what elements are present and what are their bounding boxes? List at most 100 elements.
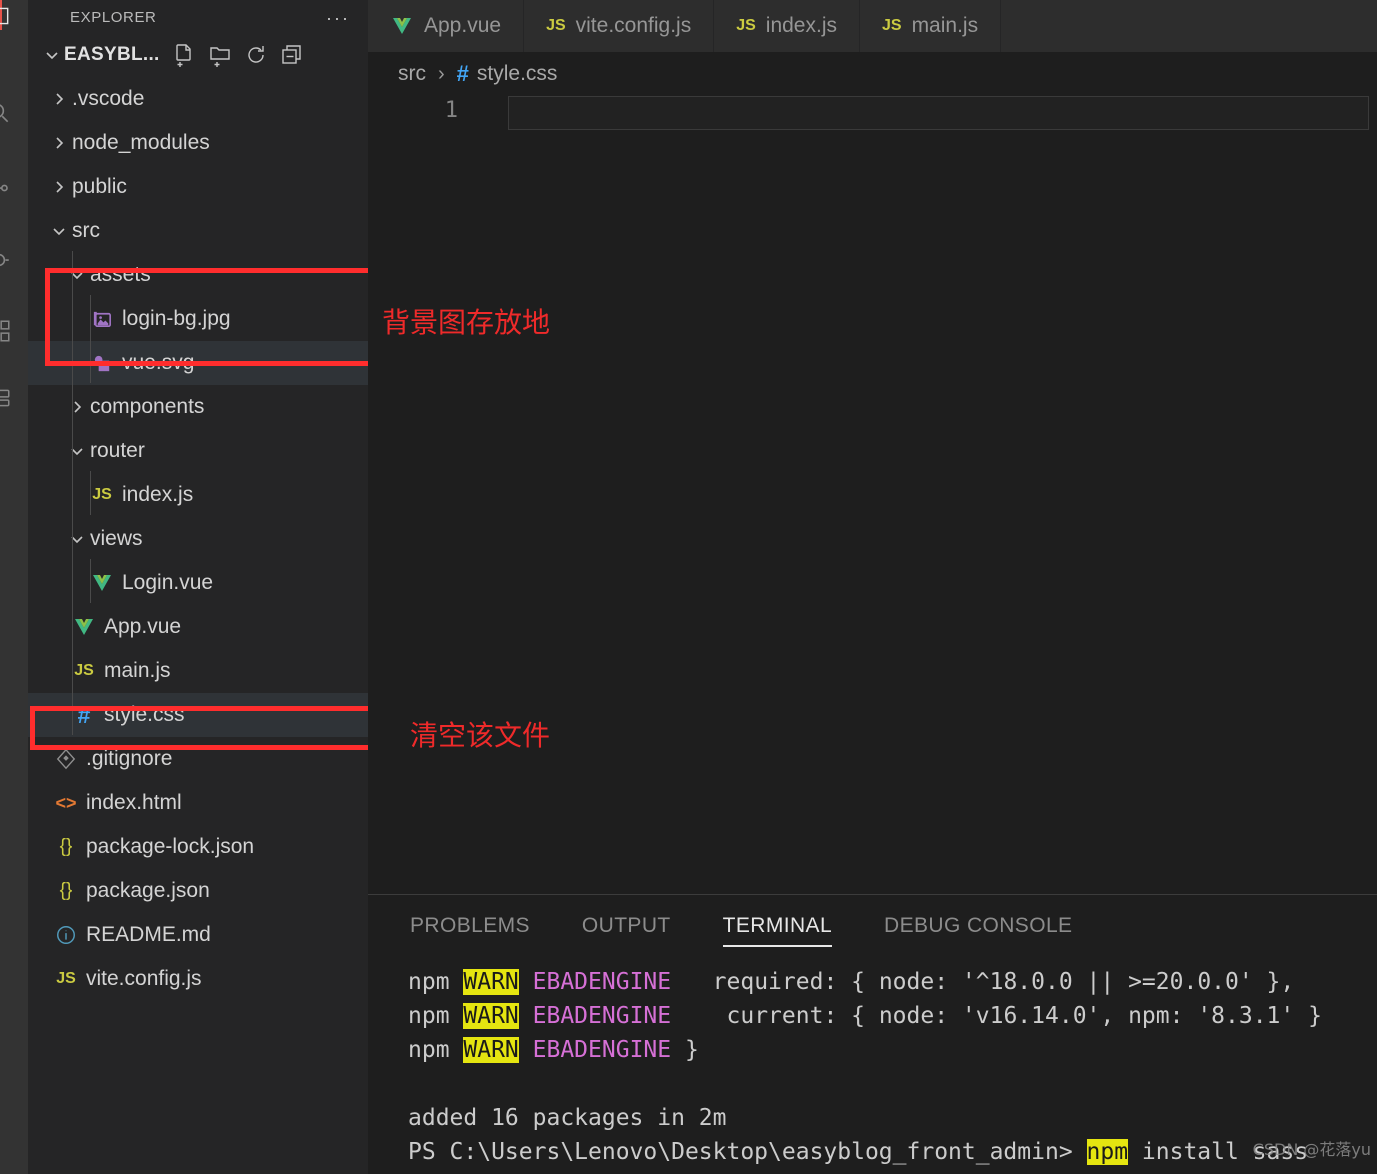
editor-line-selection [508, 96, 1369, 130]
tree-item-label: node_modules [72, 131, 210, 154]
tree-item-label: main.js [104, 659, 171, 682]
tree-item-label: package-lock.json [86, 835, 255, 858]
editor-tab-index-js[interactable]: JS index.js [714, 0, 860, 52]
tree-file-package-lock-json[interactable]: {} package-lock.json [28, 825, 368, 869]
terminal-segment: PS C:\Users\Lenovo\Desktop\easyblog_fron… [408, 1139, 1087, 1165]
tree-file-style-css[interactable]: # style.css [28, 693, 368, 737]
json-file-icon: {} [59, 880, 73, 901]
chevron-down-icon[interactable] [46, 209, 72, 253]
css-file-icon: # [456, 61, 469, 86]
terminal-output[interactable]: npm WARN EBADENGINE required: { node: '^… [368, 957, 1377, 1174]
panel-tab-problems[interactable]: PROBLEMS [410, 895, 530, 957]
search-icon[interactable] [0, 100, 12, 126]
tree-folder-node-modules[interactable]: node_modules [28, 121, 368, 165]
editor-content[interactable]: 1 背景图存放地 清空该文件 [368, 96, 1377, 894]
editor-tab-label: vite.config.js [575, 14, 692, 37]
bottom-panel: PROBLEMS OUTPUT TERMINAL DEBUG CONSOLE npm … [368, 894, 1377, 1174]
js-file-icon: JS [736, 17, 756, 34]
chevron-right-icon[interactable] [64, 385, 90, 429]
breadcrumb-folder[interactable]: src [398, 62, 426, 86]
tree-file-readme-md[interactable]: README.md [28, 913, 368, 957]
terminal-line: npm WARN EBADENGINE required: { node: '^… [408, 965, 1377, 999]
editor-tab-vite-config-js[interactable]: JS vite.config.js [524, 0, 715, 52]
svg-file-icon [88, 341, 116, 385]
tree-file-vite-config-js[interactable]: JS vite.config.js [28, 957, 368, 1001]
tree-file-vue-svg[interactable]: vue.svg [28, 341, 368, 385]
chevron-right-icon[interactable] [46, 77, 72, 121]
terminal-segment: npm [408, 969, 464, 995]
root-folder-row[interactable]: EASYBL... [28, 35, 368, 75]
terminal-segment: npm [408, 1003, 464, 1029]
chevron-down-icon[interactable] [64, 253, 90, 297]
tree-item-label: login-bg.jpg [122, 307, 231, 330]
tree-item-label: index.html [86, 791, 182, 814]
root-folder-name: EASYBL... [64, 44, 160, 65]
annotation-note-assets: 背景图存放地 [382, 306, 551, 339]
tree-file-index-html[interactable]: <> index.html [28, 781, 368, 825]
terminal-segment: WARN [463, 1037, 519, 1063]
tree-folder-vscode[interactable]: .vscode [28, 77, 368, 121]
tree-folder-router[interactable]: router [28, 429, 368, 473]
tree-folder-views[interactable]: views [28, 517, 368, 561]
terminal-line: npm WARN EBADENGINE } [408, 1033, 1377, 1067]
tree-file-login-bg-jpg[interactable]: login-bg.jpg [28, 297, 368, 341]
tree-file-package-json[interactable]: {} package.json [28, 869, 368, 913]
editor-area: App.vue JS vite.config.js JS index.js JS main.… [368, 0, 1377, 1174]
js-file-icon: JS [92, 486, 112, 503]
chevron-right-icon[interactable] [46, 165, 72, 209]
tree-item-label: Login.vue [122, 571, 214, 594]
git-file-icon [52, 737, 80, 781]
panel-tab-debug-console[interactable]: DEBUG CONSOLE [884, 895, 1072, 957]
editor-tab-main-js[interactable]: JS main.js [859, 0, 1002, 52]
tree-folder-src[interactable]: src [28, 209, 368, 253]
remote-icon[interactable] [0, 385, 12, 411]
chevron-down-icon[interactable] [64, 517, 90, 561]
tree-file-index-js[interactable]: JS index.js [28, 473, 368, 517]
chevron-down-icon[interactable] [40, 45, 64, 65]
breadcrumb-file[interactable]: style.css [477, 62, 558, 86]
tree-item-label: assets [90, 263, 151, 286]
editor-tab-label: main.js [911, 14, 979, 37]
run-debug-icon[interactable] [0, 247, 12, 273]
tree-item-label: .gitignore [86, 747, 173, 770]
source-control-icon[interactable] [0, 175, 12, 201]
chevron-down-icon[interactable] [64, 429, 90, 473]
sidebar-more-actions-icon[interactable]: ··· [326, 9, 354, 27]
new-file-icon[interactable] [172, 43, 196, 67]
tree-indent-guide [90, 295, 91, 383]
tree-file-main-js[interactable]: JS main.js [28, 649, 368, 693]
panel-tab-terminal[interactable]: TERMINAL [722, 895, 833, 957]
panel-tab-bar: PROBLEMS OUTPUT TERMINAL DEBUG CONSOLE [368, 895, 1377, 957]
explorer-sidebar: EXPLORER ··· EASYBL... .vscode node_modu… [28, 0, 368, 1174]
tree-file-app-vue[interactable]: App.vue [28, 605, 368, 649]
editor-tab-app-vue[interactable]: App.vue [368, 0, 525, 52]
terminal-segment: npm [408, 1037, 464, 1063]
terminal-segment: required: { node: '^18.0.0 || >=20.0.0' … [671, 969, 1295, 995]
watermark: CSDN @花落yu [1252, 1140, 1371, 1159]
tree-file-login-vue[interactable]: Login.vue [28, 561, 368, 605]
tree-folder-assets[interactable]: assets [28, 253, 368, 297]
editor-vertical-scrollbar[interactable] [1363, 96, 1377, 894]
terminal-segment: } [671, 1037, 699, 1063]
refresh-icon[interactable] [244, 43, 268, 67]
panel-tab-output[interactable]: OUTPUT [582, 895, 671, 957]
tree-item-label: App.vue [104, 615, 182, 638]
tree-folder-public[interactable]: public [28, 165, 368, 209]
js-file-icon: JS [56, 970, 76, 987]
tree-item-label: views [90, 527, 143, 550]
new-folder-icon[interactable] [208, 43, 232, 67]
tree-item-label: .vscode [72, 87, 145, 110]
tree-item-label: style.css [104, 703, 185, 726]
terminal-segment [519, 969, 533, 995]
terminal-segment: WARN [463, 969, 519, 995]
explorer-icon[interactable] [0, 3, 12, 29]
chevron-right-icon[interactable] [46, 121, 72, 165]
editor-tab-bar: App.vue JS vite.config.js JS index.js JS main.… [368, 0, 1377, 52]
terminal-segment [519, 1037, 533, 1063]
collapse-all-icon[interactable] [280, 43, 304, 67]
tree-folder-components[interactable]: components [28, 385, 368, 429]
extensions-icon[interactable] [0, 318, 12, 344]
terminal-segment: npm [1086, 1139, 1129, 1165]
tree-file-gitignore[interactable]: .gitignore [28, 737, 368, 781]
